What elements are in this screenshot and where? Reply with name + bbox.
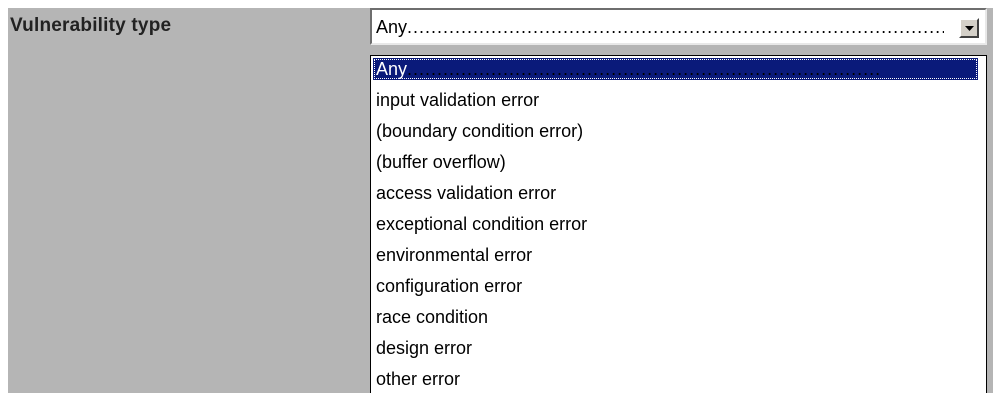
select-value-text: Any [376,17,408,37]
form-panel: Vulnerability type Any..................… [0,0,993,393]
option-any[interactable]: Any.....................................… [373,58,978,80]
option-label: Any [376,59,408,79]
option-exceptional-condition-error[interactable]: exceptional condition error [373,213,587,235]
chevron-down-icon [964,25,974,31]
option-other-error[interactable]: other error [373,368,460,390]
option-dots: ........................................… [407,59,882,79]
option-boundary-condition-error[interactable]: (boundary condition error) [373,120,583,142]
option-input-validation-error[interactable]: input validation error [373,89,539,111]
option-race-condition[interactable]: race condition [373,306,488,328]
option-configuration-error[interactable]: configuration error [373,275,522,297]
option-environmental-error[interactable]: environmental error [373,244,532,266]
select-value-dots: ........................................… [407,17,944,37]
vulnerability-type-options-list[interactable]: Any.....................................… [370,55,987,393]
option-buffer-overflow[interactable]: (buffer overflow) [373,151,506,173]
select-current-value: Any.....................................… [376,16,944,38]
dropdown-arrow-button[interactable] [959,18,979,38]
option-access-validation-error[interactable]: access validation error [373,182,556,204]
vulnerability-type-label: Vulnerability type [10,15,172,36]
option-design-error[interactable]: design error [373,337,472,359]
vulnerability-type-select[interactable]: Any.....................................… [370,8,987,45]
